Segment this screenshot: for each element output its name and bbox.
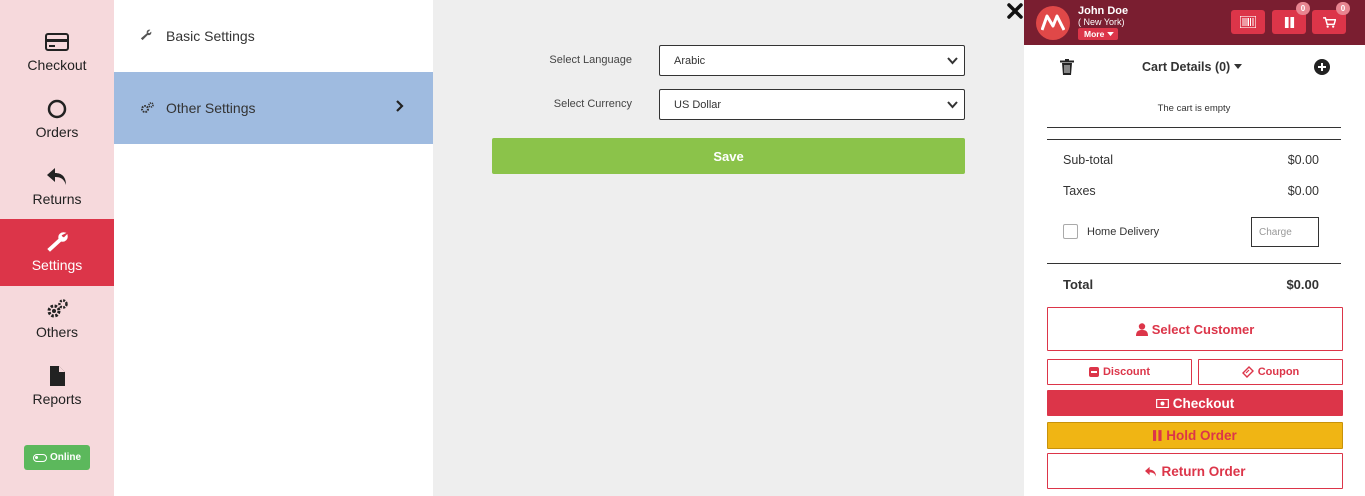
hold-orders-button[interactable]: 0 bbox=[1272, 2, 1310, 34]
charge-input[interactable]: Charge bbox=[1251, 217, 1319, 247]
save-button[interactable]: Save bbox=[492, 138, 965, 174]
home-delivery-label: Home Delivery bbox=[1087, 225, 1160, 238]
submenu-item-label: Other Settings bbox=[166, 100, 256, 116]
chevron-right-icon bbox=[396, 100, 404, 112]
money-icon bbox=[1155, 398, 1169, 408]
cart-empty-message: The cart is empty bbox=[1047, 96, 1341, 128]
checkout-label: Checkout bbox=[1172, 395, 1235, 411]
hold-count-badge: 0 bbox=[1296, 2, 1310, 15]
chevron-down-icon bbox=[947, 57, 958, 65]
coupon-label: Coupon bbox=[1257, 366, 1300, 378]
nav-item-label: Reports bbox=[32, 391, 82, 407]
gears-icon bbox=[47, 299, 68, 318]
ticket-icon bbox=[1241, 366, 1254, 378]
currency-value: US Dollar bbox=[674, 98, 722, 111]
nav-item-label: Returns bbox=[32, 191, 82, 207]
reply-icon bbox=[47, 168, 66, 185]
more-dropdown-button[interactable]: More bbox=[1078, 28, 1119, 40]
user-name: John Doe bbox=[1078, 5, 1129, 17]
pause-icon bbox=[1284, 16, 1294, 28]
brand-logo bbox=[1036, 6, 1070, 40]
return-order-button[interactable]: Return Order bbox=[1047, 453, 1343, 489]
chevron-down-icon bbox=[947, 101, 958, 109]
cart-button[interactable]: 0 bbox=[1312, 2, 1350, 34]
nav-item-checkout[interactable]: Checkout bbox=[0, 19, 114, 86]
cart-panel: John Doe ( New York) More 0 0 Cart Detai… bbox=[1024, 0, 1365, 496]
coupon-button[interactable]: Coupon bbox=[1198, 359, 1343, 385]
reply-icon bbox=[1145, 466, 1157, 477]
total-value: $0.00 bbox=[1286, 277, 1319, 292]
taxes-row: Taxes $0.00 bbox=[1063, 184, 1319, 198]
submenu-item-other-settings[interactable]: Other Settings bbox=[114, 72, 433, 144]
subtotal-value: $0.00 bbox=[1287, 153, 1319, 167]
barcode-icon bbox=[1240, 16, 1256, 28]
taxes-value: $0.00 bbox=[1287, 184, 1319, 198]
add-circle-icon[interactable] bbox=[1314, 59, 1330, 75]
nav-item-orders[interactable]: Orders bbox=[0, 86, 114, 153]
cart-summary: Sub-total $0.00 Taxes $0.00 Home Deliver… bbox=[1047, 139, 1341, 264]
nav-item-reports[interactable]: Reports bbox=[0, 353, 114, 420]
minus-square-icon bbox=[1088, 367, 1099, 377]
barcode-button[interactable] bbox=[1231, 10, 1265, 34]
total-label: Total bbox=[1063, 277, 1094, 292]
cart-details-dropdown[interactable]: Cart Details (0) bbox=[1142, 60, 1243, 74]
online-status-toggle[interactable]: Online bbox=[24, 445, 90, 470]
language-label: Select Language bbox=[549, 54, 632, 66]
hold-order-button[interactable]: Hold Order bbox=[1047, 422, 1343, 449]
subtotal-label: Sub-total bbox=[1063, 153, 1114, 167]
submenu-item-basic-settings[interactable]: Basic Settings bbox=[114, 0, 433, 72]
more-label: More bbox=[1084, 29, 1105, 39]
wrench-icon bbox=[140, 29, 154, 43]
nav-item-label: Orders bbox=[35, 124, 79, 140]
submenu-item-label: Basic Settings bbox=[166, 28, 255, 44]
cart-top-bar: John Doe ( New York) More 0 0 bbox=[1024, 0, 1365, 45]
toggle-on-icon bbox=[32, 453, 47, 462]
nav-item-returns[interactable]: Returns bbox=[0, 153, 114, 220]
total-row: Total $0.00 bbox=[1063, 277, 1319, 292]
user-location: ( New York) bbox=[1078, 17, 1125, 27]
select-customer-button[interactable]: Select Customer bbox=[1047, 307, 1343, 351]
discount-button[interactable]: Discount bbox=[1047, 359, 1192, 385]
wrench-icon bbox=[47, 232, 68, 252]
checkout-button[interactable]: Checkout bbox=[1047, 390, 1343, 416]
left-nav: Checkout Orders Returns Settings Others … bbox=[0, 0, 114, 496]
file-icon bbox=[50, 366, 65, 386]
cart-header: Cart Details (0) bbox=[1024, 52, 1365, 82]
language-select[interactable]: Arabic bbox=[659, 45, 965, 76]
currency-select[interactable]: US Dollar bbox=[659, 89, 965, 120]
nav-item-label: Settings bbox=[31, 257, 83, 273]
discount-label: Discount bbox=[1102, 366, 1151, 378]
user-icon bbox=[1135, 322, 1148, 336]
caret-down-icon bbox=[1234, 64, 1243, 69]
nav-item-others[interactable]: Others bbox=[0, 286, 114, 353]
hold-order-label: Hold Order bbox=[1166, 428, 1237, 443]
close-icon[interactable] bbox=[1006, 2, 1026, 22]
home-delivery-option[interactable]: Home Delivery bbox=[1063, 224, 1159, 239]
currency-label: Select Currency bbox=[553, 98, 632, 110]
nav-item-label: Others bbox=[35, 324, 78, 340]
cart-icon bbox=[1322, 16, 1336, 28]
gears-icon bbox=[140, 101, 154, 115]
circle-icon bbox=[47, 99, 67, 119]
trash-icon[interactable] bbox=[1060, 59, 1074, 75]
home-delivery-checkbox[interactable] bbox=[1063, 224, 1078, 239]
nav-item-label: Checkout bbox=[27, 57, 87, 73]
subtotal-row: Sub-total $0.00 bbox=[1063, 153, 1319, 167]
pause-icon bbox=[1153, 430, 1162, 441]
credit-card-icon bbox=[45, 33, 69, 51]
settings-submenu: Basic Settings Other Settings bbox=[114, 0, 433, 496]
return-order-label: Return Order bbox=[1161, 463, 1246, 479]
language-value: Arabic bbox=[674, 54, 706, 67]
caret-down-icon bbox=[1107, 31, 1115, 36]
online-label: Online bbox=[49, 452, 82, 463]
nav-item-settings[interactable]: Settings bbox=[0, 219, 114, 286]
cart-title: Cart Details (0) bbox=[1142, 60, 1231, 74]
select-customer-label: Select Customer bbox=[1151, 321, 1255, 337]
cart-count-badge: 0 bbox=[1336, 2, 1350, 15]
taxes-label: Taxes bbox=[1063, 184, 1096, 198]
